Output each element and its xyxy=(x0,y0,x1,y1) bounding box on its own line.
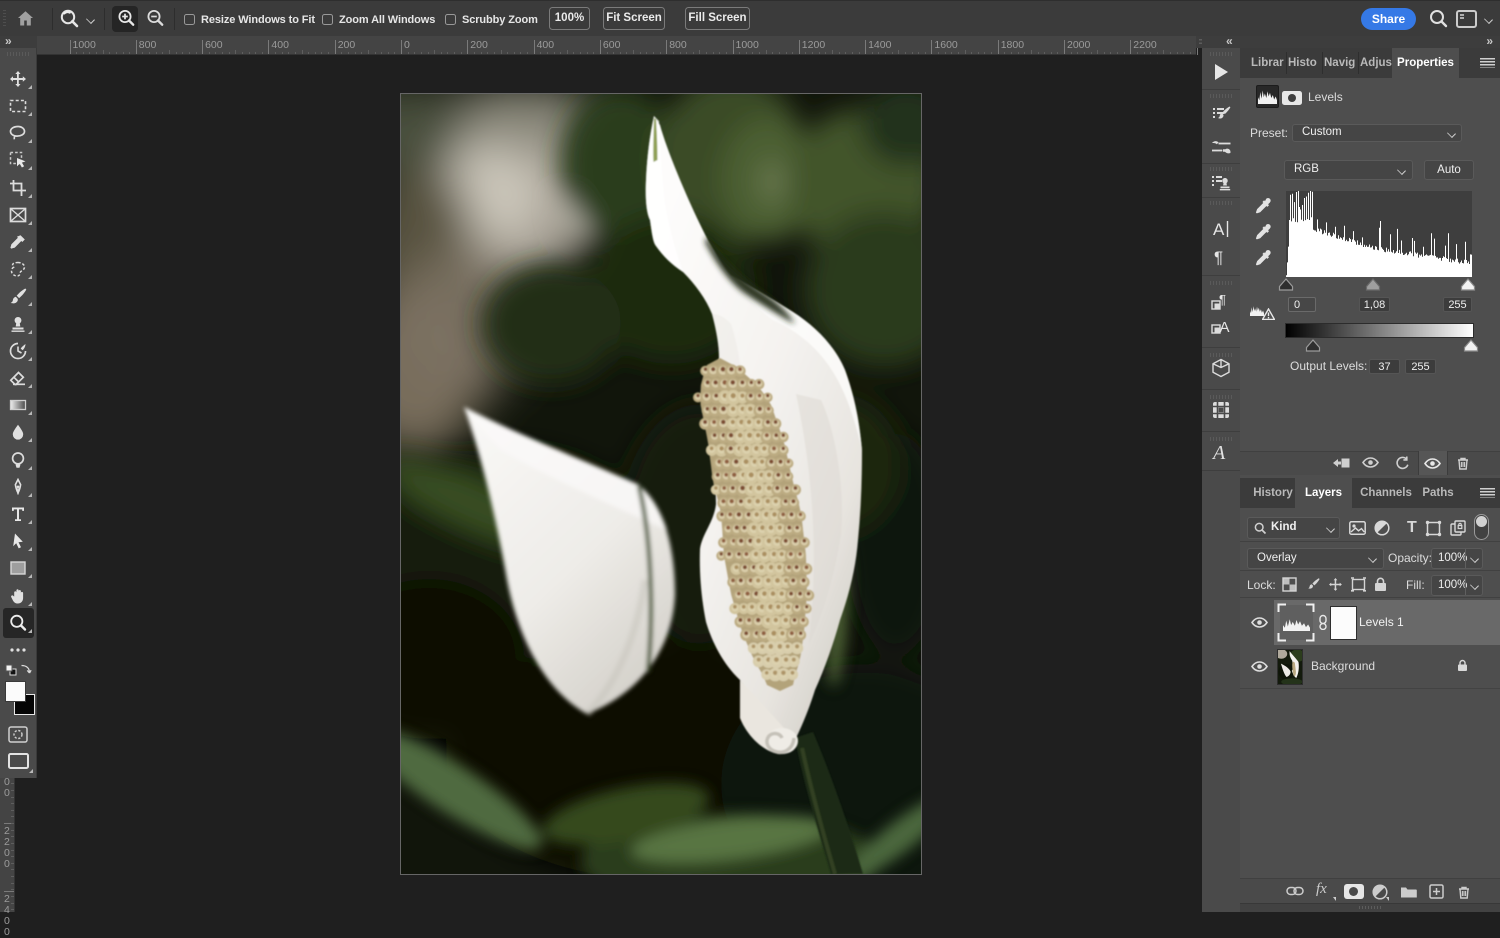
svg-text:¶: ¶ xyxy=(1219,292,1226,307)
svg-text:A: A xyxy=(1213,220,1225,239)
svg-text:¶: ¶ xyxy=(1214,248,1223,267)
svg-text:A: A xyxy=(1211,442,1226,462)
svg-text:A: A xyxy=(1220,319,1230,336)
